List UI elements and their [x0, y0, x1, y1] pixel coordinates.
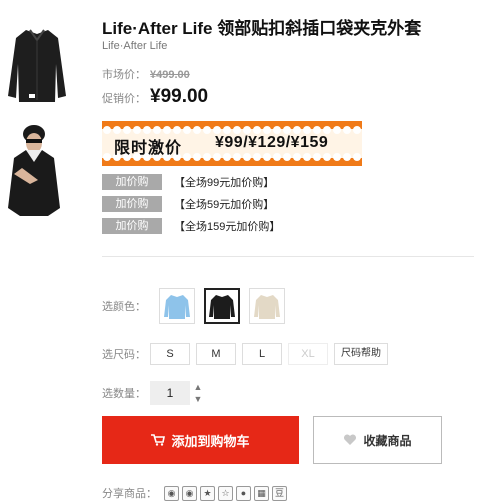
add-buy-row[interactable]: 加价购 【全场159元加价购】 — [102, 218, 280, 234]
qzone-icon[interactable]: ★ — [200, 485, 215, 501]
quantity-label: 选数量： — [102, 388, 146, 400]
thumbnail-list — [0, 14, 74, 222]
add-buy-row[interactable]: 加价购 【全场59元加价购】 — [102, 196, 274, 212]
beige-coat-icon — [254, 295, 280, 319]
flash-sale-prices: ¥99/¥129/¥159 — [215, 134, 329, 151]
model-image — [0, 118, 74, 216]
add-buy-tag: 加价购 — [102, 174, 162, 190]
quantity-selector: 选数量： 1 ▲ ▼ — [102, 381, 204, 405]
promo-price-row: 促销价： ¥99.00 — [102, 86, 208, 108]
color-swatch-beige[interactable] — [249, 288, 285, 324]
section-divider — [102, 256, 474, 257]
add-buy-text: 【全场159元加价购】 — [174, 221, 281, 233]
color-swatch-light-blue[interactable] — [159, 288, 195, 324]
favorite-button[interactable]: 收藏商品 — [313, 416, 442, 464]
chevron-up-icon[interactable]: ▲ — [192, 381, 204, 393]
cart-icon — [151, 434, 166, 446]
qq-icon[interactable]: ● — [236, 485, 251, 501]
promo-price-label: 促销价： — [102, 93, 146, 105]
renren-icon[interactable]: ▦ — [254, 485, 269, 501]
quantity-stepper: ▲ ▼ — [192, 381, 204, 405]
product-brand: Life·After Life — [102, 40, 168, 52]
light-blue-coat-icon — [164, 295, 190, 319]
size-option-s[interactable]: S — [150, 343, 190, 365]
weibo-icon[interactable]: ◉ — [164, 485, 179, 501]
size-selector: 选尺码： S M L XL 尺码帮助 — [102, 343, 394, 365]
promo-price-value: ¥99.00 — [150, 86, 209, 107]
share-label: 分享商品： — [102, 488, 157, 500]
market-price-row: 市场价： ¥499.00 — [102, 66, 190, 82]
star-icon[interactable]: ☆ — [218, 485, 233, 501]
flash-sale-label: 限时激价 — [114, 140, 183, 157]
black-coat-icon — [209, 295, 235, 319]
quantity-input[interactable]: 1 — [150, 381, 190, 405]
size-option-m[interactable]: M — [196, 343, 236, 365]
favorite-label: 收藏商品 — [363, 433, 412, 448]
size-option-l[interactable]: L — [242, 343, 282, 365]
market-price-value: ¥499.00 — [150, 69, 190, 81]
add-buy-tag: 加价购 — [102, 196, 162, 212]
heart-icon — [344, 434, 357, 445]
size-help-button[interactable]: 尺码帮助 — [334, 343, 388, 365]
add-to-cart-label: 添加到购物车 — [171, 433, 250, 449]
market-price-label: 市场价： — [102, 69, 146, 81]
color-swatch-black[interactable] — [204, 288, 240, 324]
add-buy-text: 【全场59元加价购】 — [174, 199, 275, 211]
add-to-cart-button[interactable]: 添加到购物车 — [102, 416, 299, 464]
thumbnail-coat-flat[interactable] — [0, 14, 74, 112]
thumbnail-model[interactable] — [0, 118, 74, 216]
add-buy-row[interactable]: 加价购 【全场99元加价购】 — [102, 174, 274, 190]
douban-icon[interactable]: 豆 — [272, 485, 287, 501]
share-row: 分享商品： ◉ ◉ ★ ☆ ● ▦ 豆 — [102, 485, 290, 501]
wechat-icon[interactable]: ◉ — [182, 485, 197, 501]
color-selector: 选颜色： — [102, 288, 285, 324]
product-title: Life·After Life 领部贴扣斜插口袋夹克外套 — [102, 19, 422, 38]
color-label: 选颜色： — [102, 301, 146, 313]
flash-sale-banner[interactable]: 限时激价 ¥99/¥129/¥159 — [102, 121, 362, 166]
size-label: 选尺码： — [102, 349, 146, 361]
add-buy-text: 【全场99元加价购】 — [174, 177, 275, 189]
size-option-xl[interactable]: XL — [288, 343, 328, 365]
add-buy-tag: 加价购 — [102, 218, 162, 234]
coat-flat-image — [8, 29, 66, 102]
chevron-down-icon[interactable]: ▼ — [192, 393, 204, 405]
